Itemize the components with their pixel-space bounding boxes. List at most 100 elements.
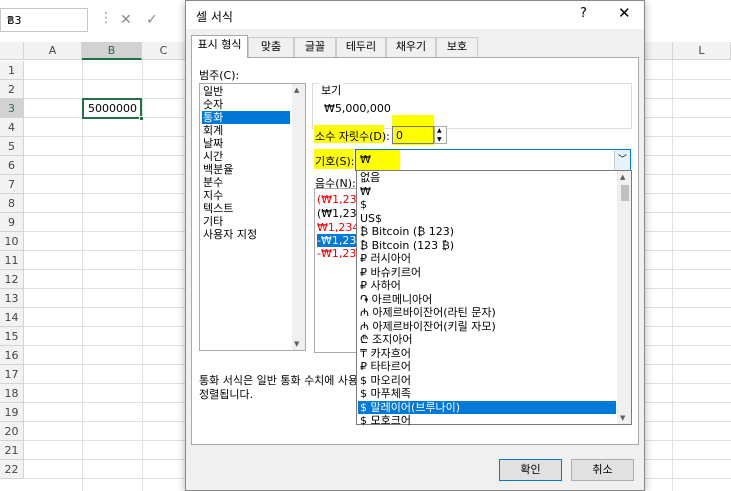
row-header[interactable]: 2 bbox=[0, 80, 24, 99]
row-header[interactable]: 16 bbox=[0, 346, 24, 365]
row-header[interactable]: 10 bbox=[0, 232, 24, 251]
symbol-option[interactable]: ₽ 타타르어 bbox=[358, 360, 616, 374]
row-header[interactable]: 11 bbox=[0, 251, 24, 270]
symbol-dropdown-list[interactable]: 없음 ₩ $ US$ ₿ Bitcoin (₿ 123) ₿ Bitcoin (… bbox=[356, 170, 632, 428]
column-header-b[interactable]: B bbox=[82, 42, 142, 60]
symbol-option[interactable]: $ 마오리어 bbox=[358, 374, 616, 388]
formula-bar-controls: ⋮ ✕ ✓ bbox=[96, 8, 191, 32]
column-header-l[interactable]: L bbox=[672, 42, 731, 60]
row-header[interactable]: 7 bbox=[0, 175, 24, 194]
category-item[interactable]: 사용자 지정 bbox=[202, 228, 290, 241]
ok-button[interactable]: 확인 bbox=[499, 459, 562, 481]
format-cells-dialog: 셀 서식 ? ✕ 표시 형식 맞춤 글꼴 테두리 채우기 보호 범주(C): 일… bbox=[185, 0, 645, 491]
chevron-down-icon[interactable]: ﹀ bbox=[614, 150, 630, 170]
sample-value: ₩5,000,000 bbox=[324, 102, 391, 115]
row-header[interactable]: 4 bbox=[0, 118, 24, 137]
gridline bbox=[142, 60, 143, 491]
symbol-dropdown-scrollbar[interactable]: ▲ ▼ bbox=[617, 171, 631, 424]
category-item[interactable]: 시간 bbox=[202, 150, 290, 163]
symbol-option-selected[interactable]: $ 말레이어(브루나이) bbox=[358, 400, 616, 414]
category-label: 범주(C): bbox=[199, 69, 240, 82]
row-header[interactable]: 3 bbox=[0, 99, 24, 118]
category-list[interactable]: 일반 숫자 통화 회계 날짜 시간 백분율 분수 지수 텍스트 기타 사용자 지… bbox=[199, 83, 306, 351]
row-header[interactable]: 19 bbox=[0, 403, 24, 422]
symbol-combobox[interactable]: ₩ ﹀ bbox=[355, 149, 631, 171]
chevron-down-icon[interactable]: ▼ bbox=[7, 15, 83, 24]
cell-b3[interactable]: 5000000 bbox=[82, 98, 144, 121]
row-header[interactable]: 1 bbox=[0, 61, 24, 80]
tab-border[interactable]: 테두리 bbox=[336, 37, 386, 57]
scroll-down-icon[interactable]: ▼ bbox=[620, 414, 625, 422]
decimal-places-spinner[interactable]: ▲ ▼ bbox=[434, 126, 447, 144]
category-item[interactable]: 날짜 bbox=[202, 137, 290, 150]
symbol-option[interactable]: ֏ 아르메니아어 bbox=[358, 293, 616, 307]
symbol-option[interactable]: ₿ Bitcoin (₿ 123) bbox=[358, 225, 616, 239]
tab-number[interactable]: 표시 형식 bbox=[191, 35, 248, 58]
row-header[interactable]: 6 bbox=[0, 156, 24, 175]
tab-font[interactable]: 글꼴 bbox=[294, 37, 336, 57]
tab-protection[interactable]: 보호 bbox=[436, 37, 478, 57]
close-button[interactable]: ✕ bbox=[618, 4, 631, 22]
name-box[interactable]: B3 ▼ bbox=[0, 8, 88, 32]
category-item[interactable]: 분수 bbox=[202, 176, 290, 189]
column-header-c[interactable]: C bbox=[142, 42, 186, 60]
category-item[interactable]: 회계 bbox=[202, 124, 290, 137]
decimal-places-label: 소수 자릿수(D): bbox=[315, 130, 390, 143]
symbol-option[interactable]: ₽ 사하어 bbox=[358, 279, 616, 293]
row-header[interactable]: 9 bbox=[0, 213, 24, 232]
category-item[interactable]: 백분율 bbox=[202, 163, 290, 176]
decimal-places-input[interactable]: 0 bbox=[392, 126, 434, 144]
cancel-icon[interactable]: ✕ bbox=[120, 12, 132, 28]
symbol-label: 기호(S): bbox=[315, 155, 355, 168]
row-header[interactable]: 21 bbox=[0, 441, 24, 460]
row-header[interactable]: 5 bbox=[0, 137, 24, 156]
symbol-option[interactable]: $ bbox=[358, 198, 616, 212]
row-header[interactable]: 13 bbox=[0, 289, 24, 308]
cell-b3-value: 5000000 bbox=[88, 102, 137, 115]
category-item[interactable]: 일반 bbox=[202, 85, 290, 98]
scroll-thumb[interactable] bbox=[621, 185, 629, 201]
row-header[interactable]: 14 bbox=[0, 308, 24, 327]
dialog-title: 셀 서식 bbox=[196, 10, 233, 24]
row-header[interactable]: 20 bbox=[0, 422, 24, 441]
row-header[interactable]: 12 bbox=[0, 270, 24, 289]
scroll-up-icon[interactable]: ▲ bbox=[620, 173, 625, 181]
fill-handle[interactable] bbox=[139, 116, 144, 121]
row-header[interactable]: 8 bbox=[0, 194, 24, 213]
scroll-down-icon[interactable]: ▼ bbox=[294, 340, 299, 348]
symbol-option[interactable]: 없음 bbox=[358, 171, 616, 185]
category-item-selected[interactable]: 통화 bbox=[202, 111, 290, 124]
row-header[interactable]: 18 bbox=[0, 384, 24, 403]
row-header[interactable]: 22 bbox=[0, 460, 24, 479]
symbol-option[interactable]: ₽ 바슈키르어 bbox=[358, 266, 616, 280]
symbol-option[interactable]: ₩ bbox=[358, 185, 616, 199]
spin-down-icon[interactable]: ▼ bbox=[437, 136, 442, 143]
tab-alignment[interactable]: 맞춤 bbox=[248, 37, 294, 57]
category-item[interactable]: 기타 bbox=[202, 215, 290, 228]
symbol-option[interactable]: $ 마푸체족 bbox=[358, 387, 616, 401]
row-header[interactable]: 17 bbox=[0, 365, 24, 384]
symbol-option[interactable]: ₾ 조지아어 bbox=[358, 333, 616, 347]
cancel-button[interactable]: 취소 bbox=[571, 459, 634, 481]
symbol-option[interactable]: ₼ 아제르바이잔어(키릴 자모) bbox=[358, 320, 616, 334]
enter-icon[interactable]: ✓ bbox=[146, 12, 158, 28]
tab-fill[interactable]: 채우기 bbox=[386, 37, 436, 57]
category-item[interactable]: 텍스트 bbox=[202, 202, 290, 215]
row-header[interactable]: 15 bbox=[0, 327, 24, 346]
gridline bbox=[672, 60, 673, 491]
category-item[interactable]: 숫자 bbox=[202, 98, 290, 111]
scroll-up-icon[interactable]: ▲ bbox=[294, 86, 299, 94]
select-all-corner[interactable] bbox=[0, 42, 24, 60]
more-icon: ⋮ bbox=[99, 10, 113, 26]
symbol-option[interactable]: ₽ 러시아어 bbox=[358, 252, 616, 266]
category-item[interactable]: 지수 bbox=[202, 189, 290, 202]
symbol-option[interactable]: ₼ 아제르바이잔어(라틴 문자) bbox=[358, 306, 616, 320]
symbol-option[interactable]: ₸ 카자흐어 bbox=[358, 347, 616, 361]
help-button[interactable]: ? bbox=[580, 6, 587, 21]
symbol-option[interactable]: ₿ Bitcoin (123 ₿) bbox=[358, 239, 616, 253]
symbol-option[interactable]: US$ bbox=[358, 212, 616, 226]
symbol-option[interactable]: $ 모호크어 bbox=[358, 414, 616, 428]
category-scrollbar[interactable]: ▲ ▼ bbox=[292, 84, 305, 350]
spin-up-icon[interactable]: ▲ bbox=[437, 127, 442, 134]
column-header-a[interactable]: A bbox=[24, 42, 82, 60]
